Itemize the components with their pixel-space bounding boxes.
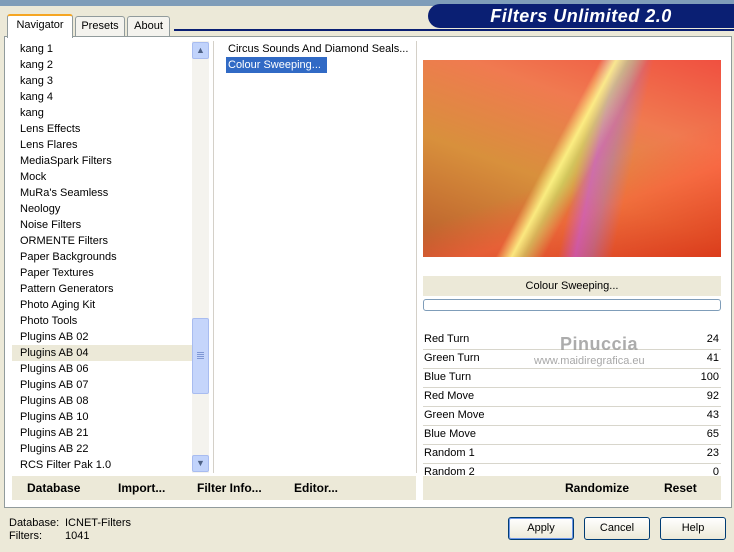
parameter-slider[interactable]: Green Move 43 [423, 407, 721, 426]
category-item[interactable]: Plugins AB 21 [12, 425, 192, 441]
category-item[interactable]: Noise Filters [12, 217, 192, 233]
category-scrollbar[interactable]: ▲ ▼ [192, 41, 209, 473]
category-item[interactable]: kang [12, 105, 192, 121]
effect-item[interactable]: Colour Sweeping... [226, 57, 327, 73]
category-item[interactable]: Paper Textures [12, 265, 192, 281]
category-item[interactable]: Plugins AB 22 [12, 441, 192, 457]
tab-about[interactable]: About [127, 16, 170, 36]
parameter-label: Green Turn [424, 352, 480, 364]
parameter-label: Green Move [424, 409, 485, 421]
watermark-url: www.maidiregrafica.eu [534, 355, 645, 367]
category-item[interactable]: kang 2 [12, 57, 192, 73]
filters-value: 1041 [65, 530, 90, 542]
filter-info-button[interactable]: Filter Info... [197, 476, 262, 500]
scroll-down-button[interactable]: ▼ [192, 455, 209, 472]
parameter-slider[interactable]: Blue Turn 100 [423, 369, 721, 388]
status-info: Database: ICNET-Filters Filters: 1041 [9, 517, 131, 543]
category-item[interactable]: Plugins AB 08 [12, 393, 192, 409]
import-button[interactable]: Import... [118, 476, 165, 500]
category-item[interactable]: Paper Backgrounds [12, 249, 192, 265]
randomize-button[interactable]: Randomize [565, 476, 629, 500]
database-label: Database: [9, 517, 60, 529]
category-item[interactable]: Photo Aging Kit [12, 297, 192, 313]
effect-item[interactable]: Circus Sounds And Diamond Seals... [226, 41, 408, 57]
category-item[interactable]: Plugins AB 07 [12, 377, 192, 393]
parameter-value: 24 [706, 333, 719, 345]
category-item[interactable]: MediaSpark Filters [12, 153, 192, 169]
category-item[interactable]: Plugins AB 06 [12, 361, 192, 377]
parameter-slider[interactable]: Red Move 92 [423, 388, 721, 407]
category-item[interactable]: kang 3 [12, 73, 192, 89]
database-value: ICNET-Filters [65, 517, 131, 529]
category-item[interactable]: kang 1 [12, 41, 192, 57]
parameter-slider[interactable]: Random 1 23 [423, 445, 721, 464]
parameter-label: Random 1 [424, 447, 475, 459]
parameter-label: Red Move [424, 390, 475, 402]
parameter-value: 65 [706, 428, 719, 440]
help-button[interactable]: Help [660, 517, 726, 540]
scroll-up-button[interactable]: ▲ [192, 42, 209, 59]
category-item[interactable]: Neology [12, 201, 192, 217]
parameter-slider[interactable]: Blue Move 65 [423, 426, 721, 445]
filters-label: Filters: [9, 530, 42, 542]
category-item[interactable]: Photo Tools [12, 313, 192, 329]
app-banner-title: Filters Unlimited 2.0 [428, 4, 734, 28]
category-item[interactable]: Plugins AB 02 [12, 329, 192, 345]
category-item[interactable]: Pattern Generators [12, 281, 192, 297]
category-item[interactable]: ORMENTE Filters [12, 233, 192, 249]
category-item[interactable]: Plugins AB 10 [12, 409, 192, 425]
banner-underline [174, 29, 734, 31]
parameter-label: Red Turn [424, 333, 470, 345]
category-item[interactable]: MuRa's Seamless [12, 185, 192, 201]
cancel-button[interactable]: Cancel [584, 517, 650, 540]
right-button-bar: Randomize Reset [423, 476, 721, 500]
tab-presets[interactable]: Presets [75, 16, 125, 36]
list-divider [213, 41, 214, 473]
parameter-value: 41 [706, 352, 719, 364]
parameter-label: Blue Move [424, 428, 476, 440]
progress-bar [423, 299, 721, 311]
parameter-label: Blue Turn [424, 371, 472, 383]
category-list[interactable]: kang 1 kang 2 kang 3 kang 4 kang Lens Effects… [12, 41, 192, 473]
parameter-value: 92 [706, 390, 719, 402]
database-button[interactable]: Database [27, 476, 80, 500]
parameter-value: 23 [706, 447, 719, 459]
apply-button[interactable]: Apply [508, 517, 574, 540]
left-button-bar: Database Import... Filter Info... Editor… [12, 476, 416, 500]
category-item[interactable]: kang 4 [12, 89, 192, 105]
parameter-value: 43 [706, 409, 719, 421]
reset-button[interactable]: Reset [664, 476, 697, 500]
editor-button[interactable]: Editor... [294, 476, 338, 500]
tab-navigator[interactable]: Navigator [7, 14, 73, 38]
preview-effect-name: Colour Sweeping... [423, 276, 721, 296]
category-item[interactable]: Lens Flares [12, 137, 192, 153]
category-item[interactable]: RCS Filter Pak 1.0 [12, 457, 192, 473]
category-item[interactable]: Mock [12, 169, 192, 185]
category-item[interactable]: Lens Effects [12, 121, 192, 137]
list-divider [416, 41, 417, 473]
category-item[interactable]: Plugins AB 04 [12, 345, 192, 361]
watermark-name: Pinuccia [560, 334, 639, 354]
effect-list[interactable]: Circus Sounds And Diamond Seals... Colour… [226, 41, 414, 473]
parameter-value: 100 [700, 371, 719, 383]
scroll-thumb[interactable] [192, 318, 209, 394]
effect-preview-image [423, 60, 721, 257]
